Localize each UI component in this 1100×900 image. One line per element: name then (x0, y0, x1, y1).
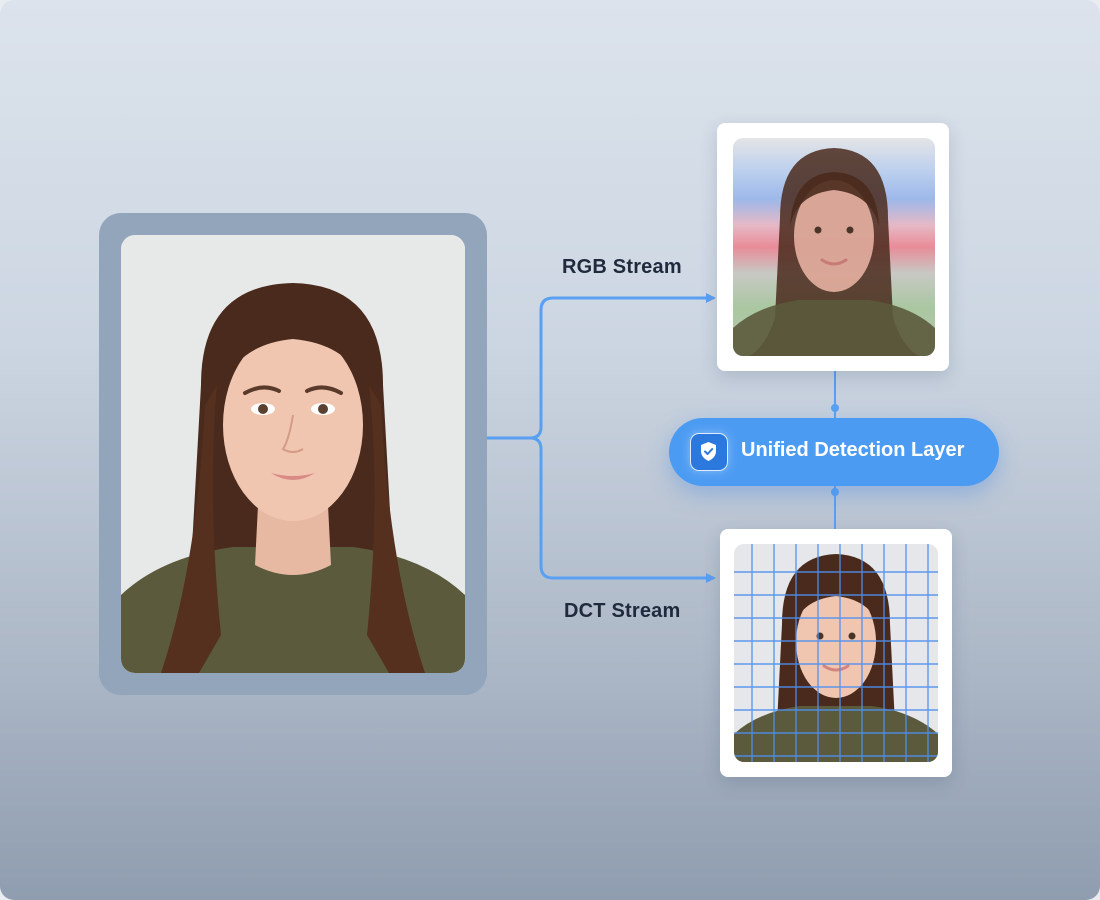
detection-layer-label: Unified Detection Layer (741, 439, 965, 461)
dct-stream-label: DCT Stream (564, 600, 681, 622)
input-portrait (121, 235, 465, 673)
diagram-canvas: RGB Stream DCT Stream Unified Detection … (0, 0, 1100, 900)
unified-detection-layer: Unified Detection Layer (669, 418, 999, 486)
dct-stream-card (720, 529, 952, 777)
input-image-frame (99, 213, 487, 695)
shield-check-icon (690, 433, 728, 471)
rgb-stream-label: RGB Stream (562, 256, 682, 278)
rgb-stream-image (733, 138, 935, 356)
rgb-stream-card (717, 123, 949, 371)
dct-stream-image (734, 544, 938, 762)
split-connector (487, 293, 716, 440)
